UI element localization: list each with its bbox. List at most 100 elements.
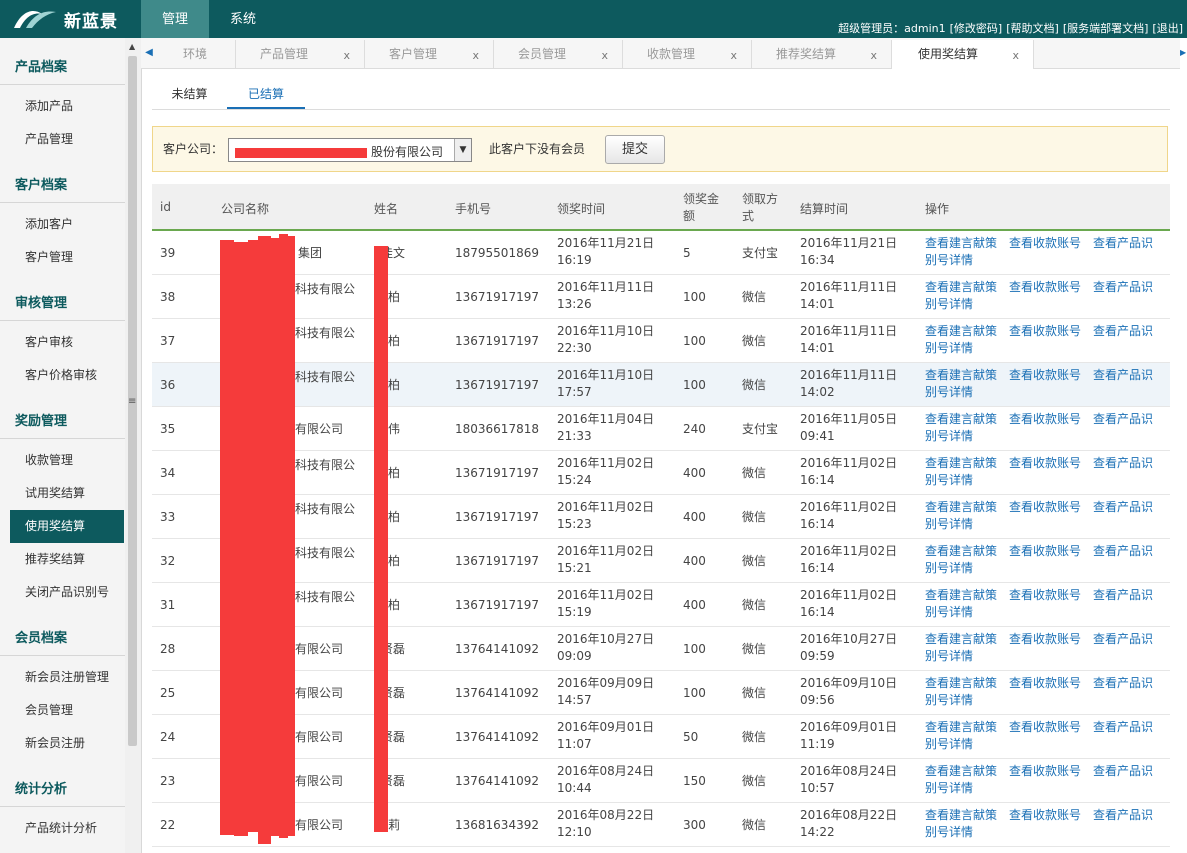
deploy-doc-link[interactable]: [服务端部署文档] — [1063, 22, 1149, 35]
table-row[interactable]: 31 科技有限公柏 13671917197 2016年11月02日 15:19 400 微信… — [152, 583, 1170, 627]
tab-scroll-left-icon[interactable]: ◀ — [143, 38, 155, 68]
view-product-id-link-cont[interactable]: 别号详情 — [925, 736, 973, 753]
sidebar-item-product-stats[interactable]: 产品统计分析 — [0, 812, 125, 845]
tab-payment-manage[interactable]: 收款管理 x — [623, 40, 752, 68]
sidebar-item-customer-review[interactable]: 客户审核 — [0, 326, 125, 359]
view-product-id-link[interactable]: 查看产品识 — [1093, 499, 1153, 516]
view-account-link[interactable]: 查看收款账号 — [1009, 587, 1081, 604]
sidebar-group-review[interactable]: 审核管理 — [0, 287, 125, 321]
table-row[interactable]: 24 有限公司 贤磊 13764141092 2016年09月01日 11:07 50 微信 2… — [152, 715, 1170, 759]
view-product-id-link[interactable]: 查看产品识 — [1093, 675, 1153, 692]
tab-referral-settle[interactable]: 推荐奖结算 x — [752, 40, 892, 68]
view-product-id-link-cont[interactable]: 别号详情 — [925, 384, 973, 401]
chevron-down-icon[interactable]: ▼ — [454, 139, 471, 161]
view-account-link[interactable]: 查看收款账号 — [1009, 455, 1081, 472]
view-product-id-link-cont[interactable]: 别号详情 — [925, 648, 973, 665]
close-icon[interactable]: x — [730, 42, 737, 70]
view-product-id-link[interactable]: 查看产品识 — [1093, 543, 1153, 560]
view-product-id-link-cont[interactable]: 别号详情 — [925, 472, 973, 489]
help-doc-link[interactable]: [帮助文档] — [1006, 22, 1059, 35]
sidebar-item-product-manage[interactable]: 产品管理 — [0, 123, 125, 156]
view-proposal-link[interactable]: 查看建言献策 — [925, 631, 997, 648]
tab-environment[interactable]: 环境 — [159, 40, 236, 68]
view-account-link[interactable]: 查看收款账号 — [1009, 411, 1081, 428]
view-account-link[interactable]: 查看收款账号 — [1009, 543, 1081, 560]
close-icon[interactable]: x — [343, 42, 350, 70]
sidebar-item-add-customer[interactable]: 添加客户 — [0, 208, 125, 241]
view-product-id-link[interactable]: 查看产品识 — [1093, 763, 1153, 780]
sidebar-item-new-member-register[interactable]: 新会员注册 — [0, 727, 125, 760]
table-row[interactable]: 39 集团 佳文 18795501869 2016年11月21日 16:19 5 支付宝 201… — [152, 231, 1170, 275]
view-account-link[interactable]: 查看收款账号 — [1009, 279, 1081, 296]
close-icon[interactable]: x — [1012, 42, 1019, 70]
sidebar-group-member[interactable]: 会员档案 — [0, 622, 125, 656]
view-proposal-link[interactable]: 查看建言献策 — [925, 235, 997, 252]
table-row[interactable]: 38 科技有限公柏 13671917197 2016年11月11日 13:26 100 微信… — [152, 275, 1170, 319]
tab-customer-manage[interactable]: 客户管理 x — [365, 40, 494, 68]
view-proposal-link[interactable]: 查看建言献策 — [925, 719, 997, 736]
view-proposal-link[interactable]: 查看建言献策 — [925, 587, 997, 604]
close-icon[interactable]: x — [601, 42, 608, 70]
logout-link[interactable]: [退出] — [1152, 22, 1183, 35]
table-row[interactable]: 22 有限公司 莉 13681634392 2016年08月22日 12:10 300 微信 2… — [152, 803, 1170, 847]
view-product-id-link[interactable]: 查看产品识 — [1093, 587, 1153, 604]
view-product-id-link[interactable]: 查看产品识 — [1093, 367, 1153, 384]
sidebar-item-customer-manage[interactable]: 客户管理 — [0, 241, 125, 274]
sidebar-group-customer[interactable]: 客户档案 — [0, 169, 125, 203]
sidebar-item-trial-settle[interactable]: 试用奖结算 — [0, 477, 125, 510]
view-proposal-link[interactable]: 查看建言献策 — [925, 543, 997, 560]
sidebar-item-referral-settle[interactable]: 推荐奖结算 — [0, 543, 125, 576]
submit-button[interactable]: 提交 — [605, 135, 665, 164]
sidebar-scrollbar[interactable]: ▲ ≡ — [125, 38, 142, 853]
table-row[interactable]: 37 科技有限公柏 13671917197 2016年11月10日 22:30 100 微信… — [152, 319, 1170, 363]
view-product-id-link-cont[interactable]: 别号详情 — [925, 560, 973, 577]
view-account-link[interactable]: 查看收款账号 — [1009, 499, 1081, 516]
sidebar-item-usage-settle[interactable]: 使用奖结算 — [10, 510, 124, 543]
view-account-link[interactable]: 查看收款账号 — [1009, 235, 1081, 252]
view-product-id-link-cont[interactable]: 别号详情 — [925, 604, 973, 621]
nav-manage[interactable]: 管理 — [141, 0, 209, 38]
sidebar-group-reward[interactable]: 奖励管理 — [0, 405, 125, 439]
sidebar-item-member-manage[interactable]: 会员管理 — [0, 694, 125, 727]
view-proposal-link[interactable]: 查看建言献策 — [925, 367, 997, 384]
table-row[interactable]: 36 科技有限公柏 13671917197 2016年11月10日 17:57 100 微信… — [152, 363, 1170, 407]
view-account-link[interactable]: 查看收款账号 — [1009, 719, 1081, 736]
nav-system[interactable]: 系统 — [209, 0, 277, 38]
view-product-id-link[interactable]: 查看产品识 — [1093, 719, 1153, 736]
tab-unsettled[interactable]: 未结算 — [152, 80, 227, 109]
view-proposal-link[interactable]: 查看建言献策 — [925, 763, 997, 780]
view-proposal-link[interactable]: 查看建言献策 — [925, 411, 997, 428]
sidebar-item-close-product-id[interactable]: 关闭产品识别号 — [0, 576, 125, 609]
view-proposal-link[interactable]: 查看建言献策 — [925, 455, 997, 472]
view-product-id-link[interactable]: 查看产品识 — [1093, 807, 1153, 824]
close-icon[interactable]: x — [472, 42, 479, 70]
view-product-id-link-cont[interactable]: 别号详情 — [925, 780, 973, 797]
view-account-link[interactable]: 查看收款账号 — [1009, 631, 1081, 648]
sidebar-item-add-product[interactable]: 添加产品 — [0, 90, 125, 123]
view-proposal-link[interactable]: 查看建言献策 — [925, 279, 997, 296]
table-row[interactable]: 33 科技有限公柏 13671917197 2016年11月02日 15:23 400 微信… — [152, 495, 1170, 539]
view-account-link[interactable]: 查看收款账号 — [1009, 367, 1081, 384]
tab-member-manage[interactable]: 会员管理 x — [494, 40, 623, 68]
view-account-link[interactable]: 查看收款账号 — [1009, 323, 1081, 340]
view-product-id-link-cont[interactable]: 别号详情 — [925, 252, 973, 269]
view-product-id-link-cont[interactable]: 别号详情 — [925, 692, 973, 709]
view-product-id-link-cont[interactable]: 别号详情 — [925, 824, 973, 841]
view-product-id-link[interactable]: 查看产品识 — [1093, 279, 1153, 296]
tab-scroll-right-icon[interactable]: ▶ — [1180, 48, 1186, 57]
scroll-up-icon[interactable]: ▲ — [129, 42, 135, 51]
tab-product-manage[interactable]: 产品管理 x — [236, 40, 365, 68]
view-proposal-link[interactable]: 查看建言献策 — [925, 807, 997, 824]
view-account-link[interactable]: 查看收款账号 — [1009, 807, 1081, 824]
change-password-link[interactable]: [修改密码] — [950, 22, 1003, 35]
table-row[interactable]: 34 科技有限公柏 13671917197 2016年11月02日 15:24 400 微信… — [152, 451, 1170, 495]
sidebar-item-price-review[interactable]: 客户价格审核 — [0, 359, 125, 392]
view-proposal-link[interactable]: 查看建言献策 — [925, 323, 997, 340]
customer-company-select[interactable]: 股份有限公司 ▼ — [228, 138, 472, 162]
view-proposal-link[interactable]: 查看建言献策 — [925, 675, 997, 692]
table-row[interactable]: 23 有限公司 贤磊 13764141092 2016年08月24日 10:44 150 微信… — [152, 759, 1170, 803]
view-proposal-link[interactable]: 查看建言献策 — [925, 499, 997, 516]
table-row[interactable]: 25 有限公司 贤磊 13764141092 2016年09月09日 14:57 100 微信… — [152, 671, 1170, 715]
close-icon[interactable]: x — [870, 42, 877, 70]
view-account-link[interactable]: 查看收款账号 — [1009, 675, 1081, 692]
